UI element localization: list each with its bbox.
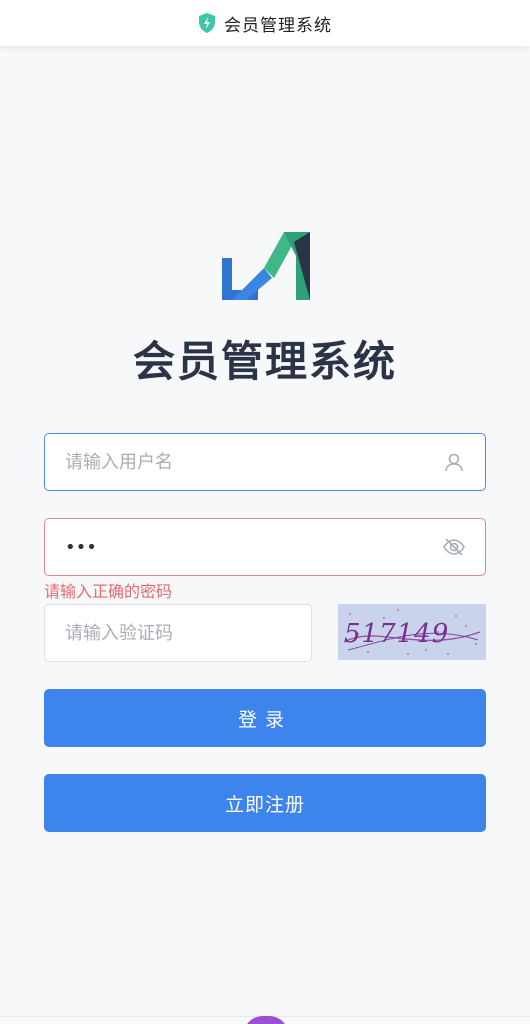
- captcha-image[interactable]: 517149: [338, 604, 486, 660]
- password-field[interactable]: [44, 518, 486, 576]
- floating-avatar[interactable]: [243, 1016, 289, 1024]
- page-title: 会员管理系统: [224, 15, 332, 36]
- login-button[interactable]: 登录: [44, 689, 486, 747]
- app-name: 会员管理系统: [132, 337, 397, 386]
- captcha-field[interactable]: [44, 604, 312, 662]
- title-bar: 会员管理系统: [0, 0, 530, 46]
- eye-slash-icon[interactable]: [443, 536, 465, 558]
- m-logo-icon: [222, 232, 310, 300]
- shield-icon: [199, 13, 215, 33]
- password-input[interactable]: [65, 536, 443, 558]
- captcha-input[interactable]: [65, 622, 291, 644]
- password-error: 请输入正确的密码: [44, 582, 173, 601]
- username-input[interactable]: [65, 451, 443, 473]
- user-icon: [445, 453, 463, 472]
- register-button[interactable]: 立即注册: [44, 774, 486, 832]
- captcha-text: 517149: [344, 619, 449, 649]
- username-field[interactable]: [44, 433, 486, 491]
